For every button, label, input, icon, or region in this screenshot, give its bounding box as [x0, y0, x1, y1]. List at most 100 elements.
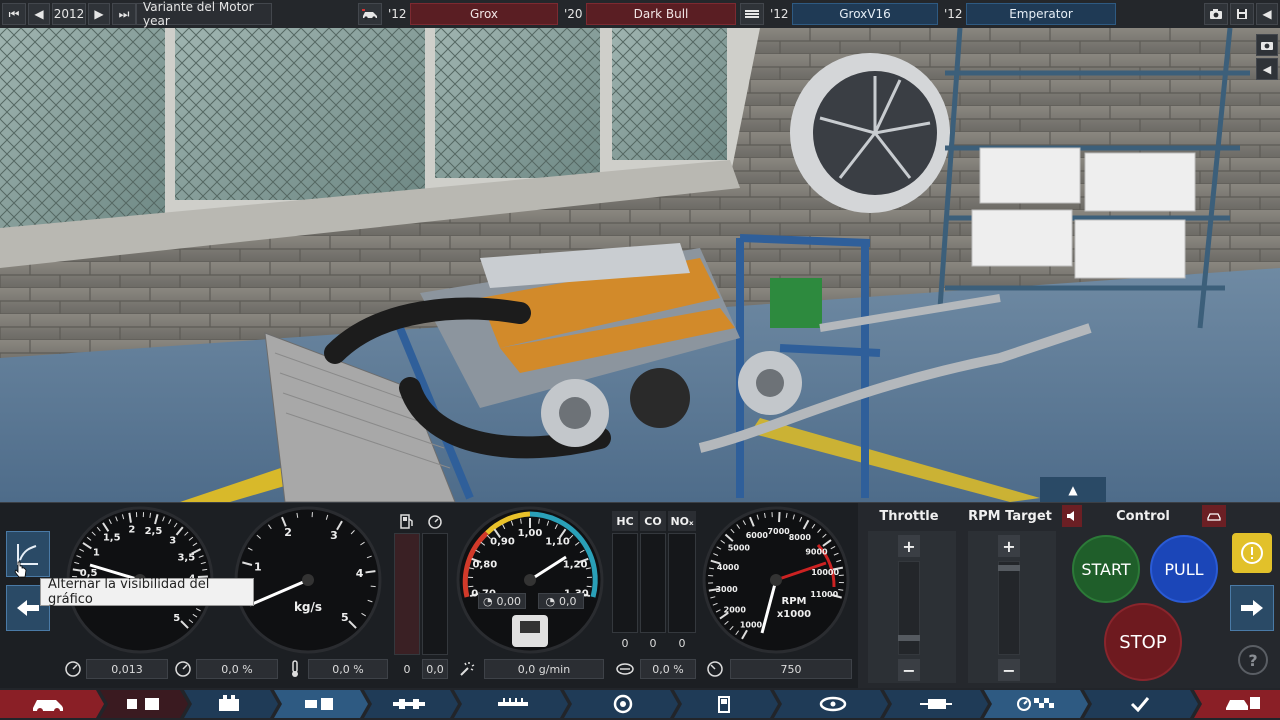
- compare-car-button[interactable]: [358, 3, 382, 25]
- save-icon: [1237, 9, 1247, 19]
- nav-turbo-button[interactable]: [580, 690, 666, 718]
- emission-nox-label: NOₓ: [668, 511, 696, 531]
- afr-tick-label: 1,00: [518, 528, 543, 539]
- fuel-pump-icon: [396, 511, 418, 531]
- first-year-button[interactable]: ⏮: [2, 3, 26, 25]
- next-year-button[interactable]: ▶: [88, 3, 110, 25]
- scene-camera-button[interactable]: [1256, 34, 1278, 56]
- rpm-unit-top: RPM: [782, 596, 807, 607]
- scene-illustration: [0, 28, 1280, 502]
- throttle-slider-handle[interactable]: [898, 635, 920, 641]
- rpm-tick: [778, 512, 781, 523]
- slot-year-4: '12: [944, 7, 963, 21]
- scene-arrow-button[interactable]: ◀: [1256, 58, 1278, 80]
- emission-hc-bar: [612, 533, 638, 633]
- next-view-button[interactable]: [1230, 585, 1274, 631]
- rpm-target-decrease-button[interactable]: −: [998, 659, 1020, 681]
- timing-bar: [422, 533, 448, 655]
- afr-tick-label: 0,80: [473, 560, 498, 571]
- rpm-tick-label: 2000: [724, 605, 747, 614]
- nav-bottom-end-button[interactable]: [286, 690, 352, 718]
- timing-bar-value: 0,0: [422, 659, 448, 679]
- collapse-panel-button[interactable]: ▲: [1040, 477, 1106, 502]
- car-mode-button[interactable]: [1202, 505, 1226, 527]
- compare-slot-4[interactable]: Emperator: [966, 3, 1116, 25]
- year-display: 2012: [52, 3, 86, 25]
- compare-slot-3[interactable]: GroxV16: [792, 3, 938, 25]
- stop-button[interactable]: STOP: [1104, 603, 1182, 681]
- engine-family-icon: [127, 698, 159, 710]
- toggle-graph-button[interactable]: [6, 531, 50, 577]
- last-year-button[interactable]: ⏭: [112, 3, 136, 25]
- rpm-readout: 750: [730, 659, 852, 679]
- help-button[interactable]: ?: [1238, 645, 1268, 675]
- triangle-up-icon: ▲: [1068, 482, 1078, 497]
- compare-slot-2[interactable]: Dark Bull: [586, 3, 736, 25]
- dyno-checkered-icon: [1017, 697, 1054, 711]
- rpm-target-increase-button[interactable]: +: [998, 535, 1020, 557]
- car-icon: [1207, 513, 1221, 521]
- pull-button[interactable]: PULL: [1150, 535, 1218, 603]
- afr-tick: [586, 585, 592, 588]
- airflow-tick: [365, 570, 376, 574]
- engine-bars-icon: [745, 10, 759, 18]
- save-button[interactable]: [1230, 3, 1254, 25]
- compare-slot-1[interactable]: Grox: [410, 3, 558, 25]
- afr-tick-label: 1,20: [563, 560, 588, 571]
- back-button[interactable]: ◀: [1256, 3, 1278, 25]
- afr-gauge: 0,700,800,901,001,101,201,30: [456, 506, 604, 654]
- screenshot-button[interactable]: [1204, 3, 1228, 25]
- muffler-icon: [920, 699, 952, 709]
- nav-dyno-button[interactable]: [996, 690, 1076, 718]
- emission-co-bar: [640, 533, 666, 633]
- emissions-readout: 0,0 %: [640, 659, 696, 679]
- top-bar: ⏮ ◀ 2012 ▶ ⏭ Variante del Motor year '12…: [0, 0, 1280, 29]
- back-arrow-icon: ◀: [1262, 7, 1272, 21]
- airflow-unit: kg/s: [294, 600, 322, 614]
- car-compare-icon: [362, 9, 377, 20]
- rpm-unit-bottom: x1000: [777, 609, 811, 620]
- emission-co-label: CO: [640, 511, 666, 531]
- airflow-tick-label: 1: [254, 561, 262, 574]
- nav-aspiration-button[interactable]: [470, 690, 556, 718]
- throttle-increase-button[interactable]: +: [898, 535, 920, 557]
- triangle-left-icon: ◀: [34, 7, 44, 21]
- airflow-tick-label: 4: [356, 567, 364, 580]
- start-button[interactable]: START: [1072, 535, 1140, 603]
- sound-toggle-button[interactable]: [1062, 505, 1082, 527]
- nav-exhaust-button[interactable]: [790, 690, 876, 718]
- nav-car-engine-button[interactable]: [1210, 690, 1276, 718]
- nav-family-button[interactable]: [110, 690, 176, 718]
- nav-block-button[interactable]: [196, 690, 262, 718]
- rpm-target-slider[interactable]: [998, 561, 1020, 655]
- slot-year-3: '12: [770, 7, 789, 21]
- nav-car-button[interactable]: [10, 690, 86, 718]
- rpm-tick-label: 3000: [715, 585, 738, 594]
- spray-icon: [456, 658, 478, 680]
- airflow-tick-label: 3: [330, 529, 338, 542]
- boost-tick-label: 1,5: [103, 532, 121, 543]
- nav-finish-button[interactable]: [1100, 690, 1180, 718]
- exhaust-icon: [819, 696, 847, 712]
- warning-button[interactable]: [1232, 533, 1272, 573]
- nav-muffler-button[interactable]: [896, 690, 976, 718]
- graph-tooltip: Alternar la visibilidad del gráfico: [40, 577, 254, 607]
- afr-sub-left: ◔ 0,00: [478, 593, 526, 609]
- compare-engine-button[interactable]: [740, 3, 764, 25]
- prev-year-button[interactable]: ◀: [28, 3, 50, 25]
- car-icon: [33, 700, 63, 714]
- rpm-target-slider-handle[interactable]: [998, 565, 1020, 571]
- engine-test-scene: ▲ ◀: [0, 28, 1280, 502]
- nav-top-end-button[interactable]: [376, 690, 442, 718]
- boost-tick-label: 1: [93, 548, 100, 559]
- boost-tick-label: 3,5: [177, 552, 195, 563]
- fuel-bar-value: 0: [403, 662, 411, 676]
- nav-fuel-button[interactable]: [686, 690, 766, 718]
- triangle-right-icon: ▶: [94, 7, 104, 21]
- emission-nox-value: 0: [678, 636, 686, 650]
- question-icon: ?: [1248, 650, 1258, 670]
- emission-hc-label: HC: [612, 511, 638, 531]
- fuel-flow-readout: 0,0 g/min: [484, 659, 604, 679]
- throttle-decrease-button[interactable]: −: [898, 659, 920, 681]
- car-engine-icon: [1226, 697, 1260, 710]
